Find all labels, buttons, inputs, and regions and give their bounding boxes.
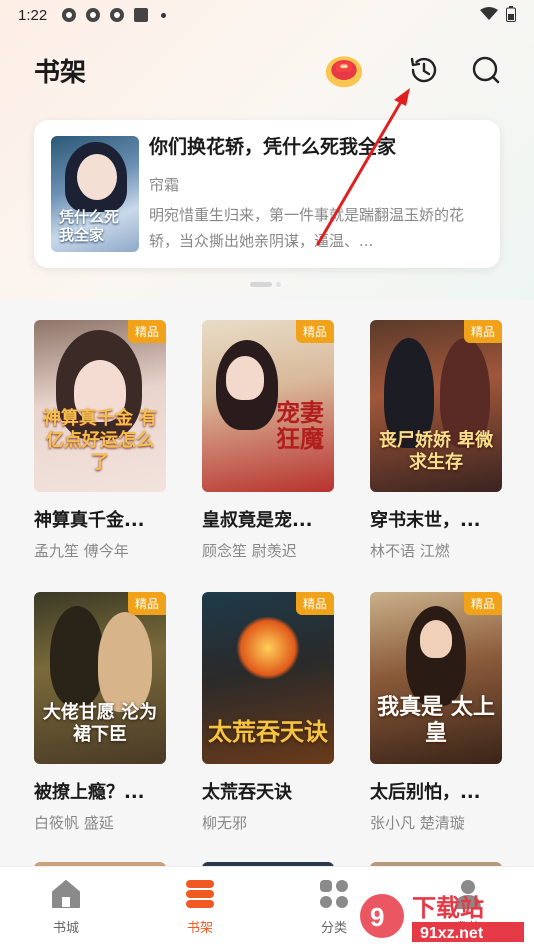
cover-face xyxy=(77,154,117,200)
category-grid-icon xyxy=(320,880,348,908)
gift-box-icon xyxy=(325,56,363,88)
book-cover[interactable]: 神算真千金 有亿点好运怎么了 精品 xyxy=(34,320,166,492)
cover-flame xyxy=(236,616,300,680)
history-clock-icon xyxy=(410,57,437,83)
bookshelf-icon xyxy=(186,880,214,908)
notification-icon xyxy=(62,8,77,22)
book-cover-text: 丧尸娇娇 卑微求生存 xyxy=(378,430,494,473)
svg-text:9: 9 xyxy=(370,902,384,932)
book-title: 穿书末世，... xyxy=(370,510,481,531)
home-icon xyxy=(52,880,80,908)
book-item[interactable]: 大佬甘愿 沦为裙下臣 精品 被撩上瘾？... 白筱帆 盛延 xyxy=(34,592,166,833)
header: 书架 xyxy=(0,40,534,100)
book-cover-text: 我真是 太上皇 xyxy=(377,694,495,746)
book-title: 神算真千金... xyxy=(34,510,145,531)
cover-face xyxy=(420,620,452,658)
carousel-dot xyxy=(276,282,281,287)
book-item[interactable]: 宠妻狂魔 精品 皇叔竟是宠... 顾念笙 尉羡迟 xyxy=(202,320,334,561)
book-cover[interactable]: 宠妻狂魔 精品 xyxy=(202,320,334,492)
featured-book-author: 帘霜 xyxy=(149,176,180,194)
battery-icon xyxy=(506,6,516,22)
book-author: 白筱帆 盛延 xyxy=(34,814,114,832)
premium-badge: 精品 xyxy=(295,320,334,343)
watermark-logo: 9 下载站 91xz.net xyxy=(358,886,528,946)
featured-book-card[interactable]: 凭什么死我全家 你们换花轿，凭什么死我全家 帘霜 明宛惜重生归来，第一件事就是踹… xyxy=(34,120,500,268)
wifi-icon xyxy=(480,7,498,20)
premium-badge: 精品 xyxy=(463,592,502,615)
book-cover-text: 宠妻狂魔 xyxy=(276,398,324,453)
cover-figure xyxy=(50,606,104,706)
book-author: 林不语 江燃 xyxy=(370,542,450,560)
premium-badge: 精品 xyxy=(463,320,502,343)
notification-icon xyxy=(110,8,125,22)
cover-face xyxy=(226,356,264,400)
book-item[interactable]: 我真是 太上皇 精品 太后别怕，... 张小凡 楚清璇 xyxy=(370,592,502,833)
featured-book-cover[interactable]: 凭什么死我全家 xyxy=(51,136,139,252)
search-icon xyxy=(472,56,500,84)
more-notifications-icon xyxy=(161,12,167,18)
book-item[interactable]: 神算真千金 有亿点好运怎么了 精品 神算真千金... 孟九笙 傅今年 xyxy=(34,320,166,561)
featured-cover-text: 凭什么死我全家 xyxy=(59,208,120,244)
watermark-text: 下载站 xyxy=(412,894,484,922)
book-author: 张小凡 楚清璇 xyxy=(370,814,465,832)
premium-badge: 精品 xyxy=(127,320,166,343)
book-title: 太后别怕，... xyxy=(370,782,481,803)
book-item[interactable]: 太荒吞天诀 精品 太荒吞天诀 柳无邪 xyxy=(202,592,334,833)
book-author: 孟九笙 傅今年 xyxy=(34,542,129,560)
nav-label: 书城 xyxy=(52,921,79,936)
gift-button[interactable] xyxy=(324,50,364,90)
page-title: 书架 xyxy=(34,58,87,88)
nav-label: 书架 xyxy=(186,921,213,936)
book-cover-text: 神算真千金 有亿点好运怎么了 xyxy=(42,408,158,473)
watermark-icon: 9 下载站 91xz.net xyxy=(360,894,524,942)
history-button[interactable] xyxy=(404,50,444,90)
featured-book-description: 明宛惜重生归来，第一件事就是踹翻温玉娇的花轿，当众撕出她亲阴谋，逼温、... xyxy=(149,206,465,250)
book-title: 太荒吞天诀 xyxy=(202,782,292,803)
book-cover[interactable]: 大佬甘愿 沦为裙下臣 精品 xyxy=(34,592,166,764)
book-cover[interactable]: 我真是 太上皇 精品 xyxy=(370,592,502,764)
book-cover-text: 大佬甘愿 沦为裙下臣 xyxy=(42,702,158,745)
premium-badge: 精品 xyxy=(295,592,334,615)
nav-bookstore[interactable]: 书城 xyxy=(26,877,106,936)
nav-bookshelf[interactable]: 书架 xyxy=(160,877,240,936)
watermark-url: 91xz.net xyxy=(420,925,484,942)
carousel-indicator xyxy=(250,282,281,287)
book-cover[interactable]: 太荒吞天诀 精品 xyxy=(202,592,334,764)
search-button[interactable] xyxy=(466,50,506,90)
cover-figure xyxy=(98,612,152,712)
premium-badge: 精品 xyxy=(127,592,166,615)
notification-icon xyxy=(86,8,101,22)
book-title: 被撩上瘾？... xyxy=(34,782,145,803)
status-bar: 1:22 xyxy=(0,0,534,30)
image-notification-icon xyxy=(134,8,149,22)
book-author: 柳无邪 xyxy=(202,814,248,832)
book-cover[interactable]: 丧尸娇娇 卑微求生存 精品 xyxy=(370,320,502,492)
book-author: 顾念笙 尉羡迟 xyxy=(202,542,297,560)
book-title: 皇叔竟是宠... xyxy=(202,510,313,531)
featured-book-title: 你们换花轿，凭什么死我全家 xyxy=(149,136,397,158)
book-item[interactable]: 丧尸娇娇 卑微求生存 精品 穿书末世，... 林不语 江燃 xyxy=(370,320,502,561)
carousel-dot-active xyxy=(250,282,272,287)
book-cover-text: 太荒吞天诀 xyxy=(208,717,328,746)
status-time: 1:22 xyxy=(18,6,48,24)
